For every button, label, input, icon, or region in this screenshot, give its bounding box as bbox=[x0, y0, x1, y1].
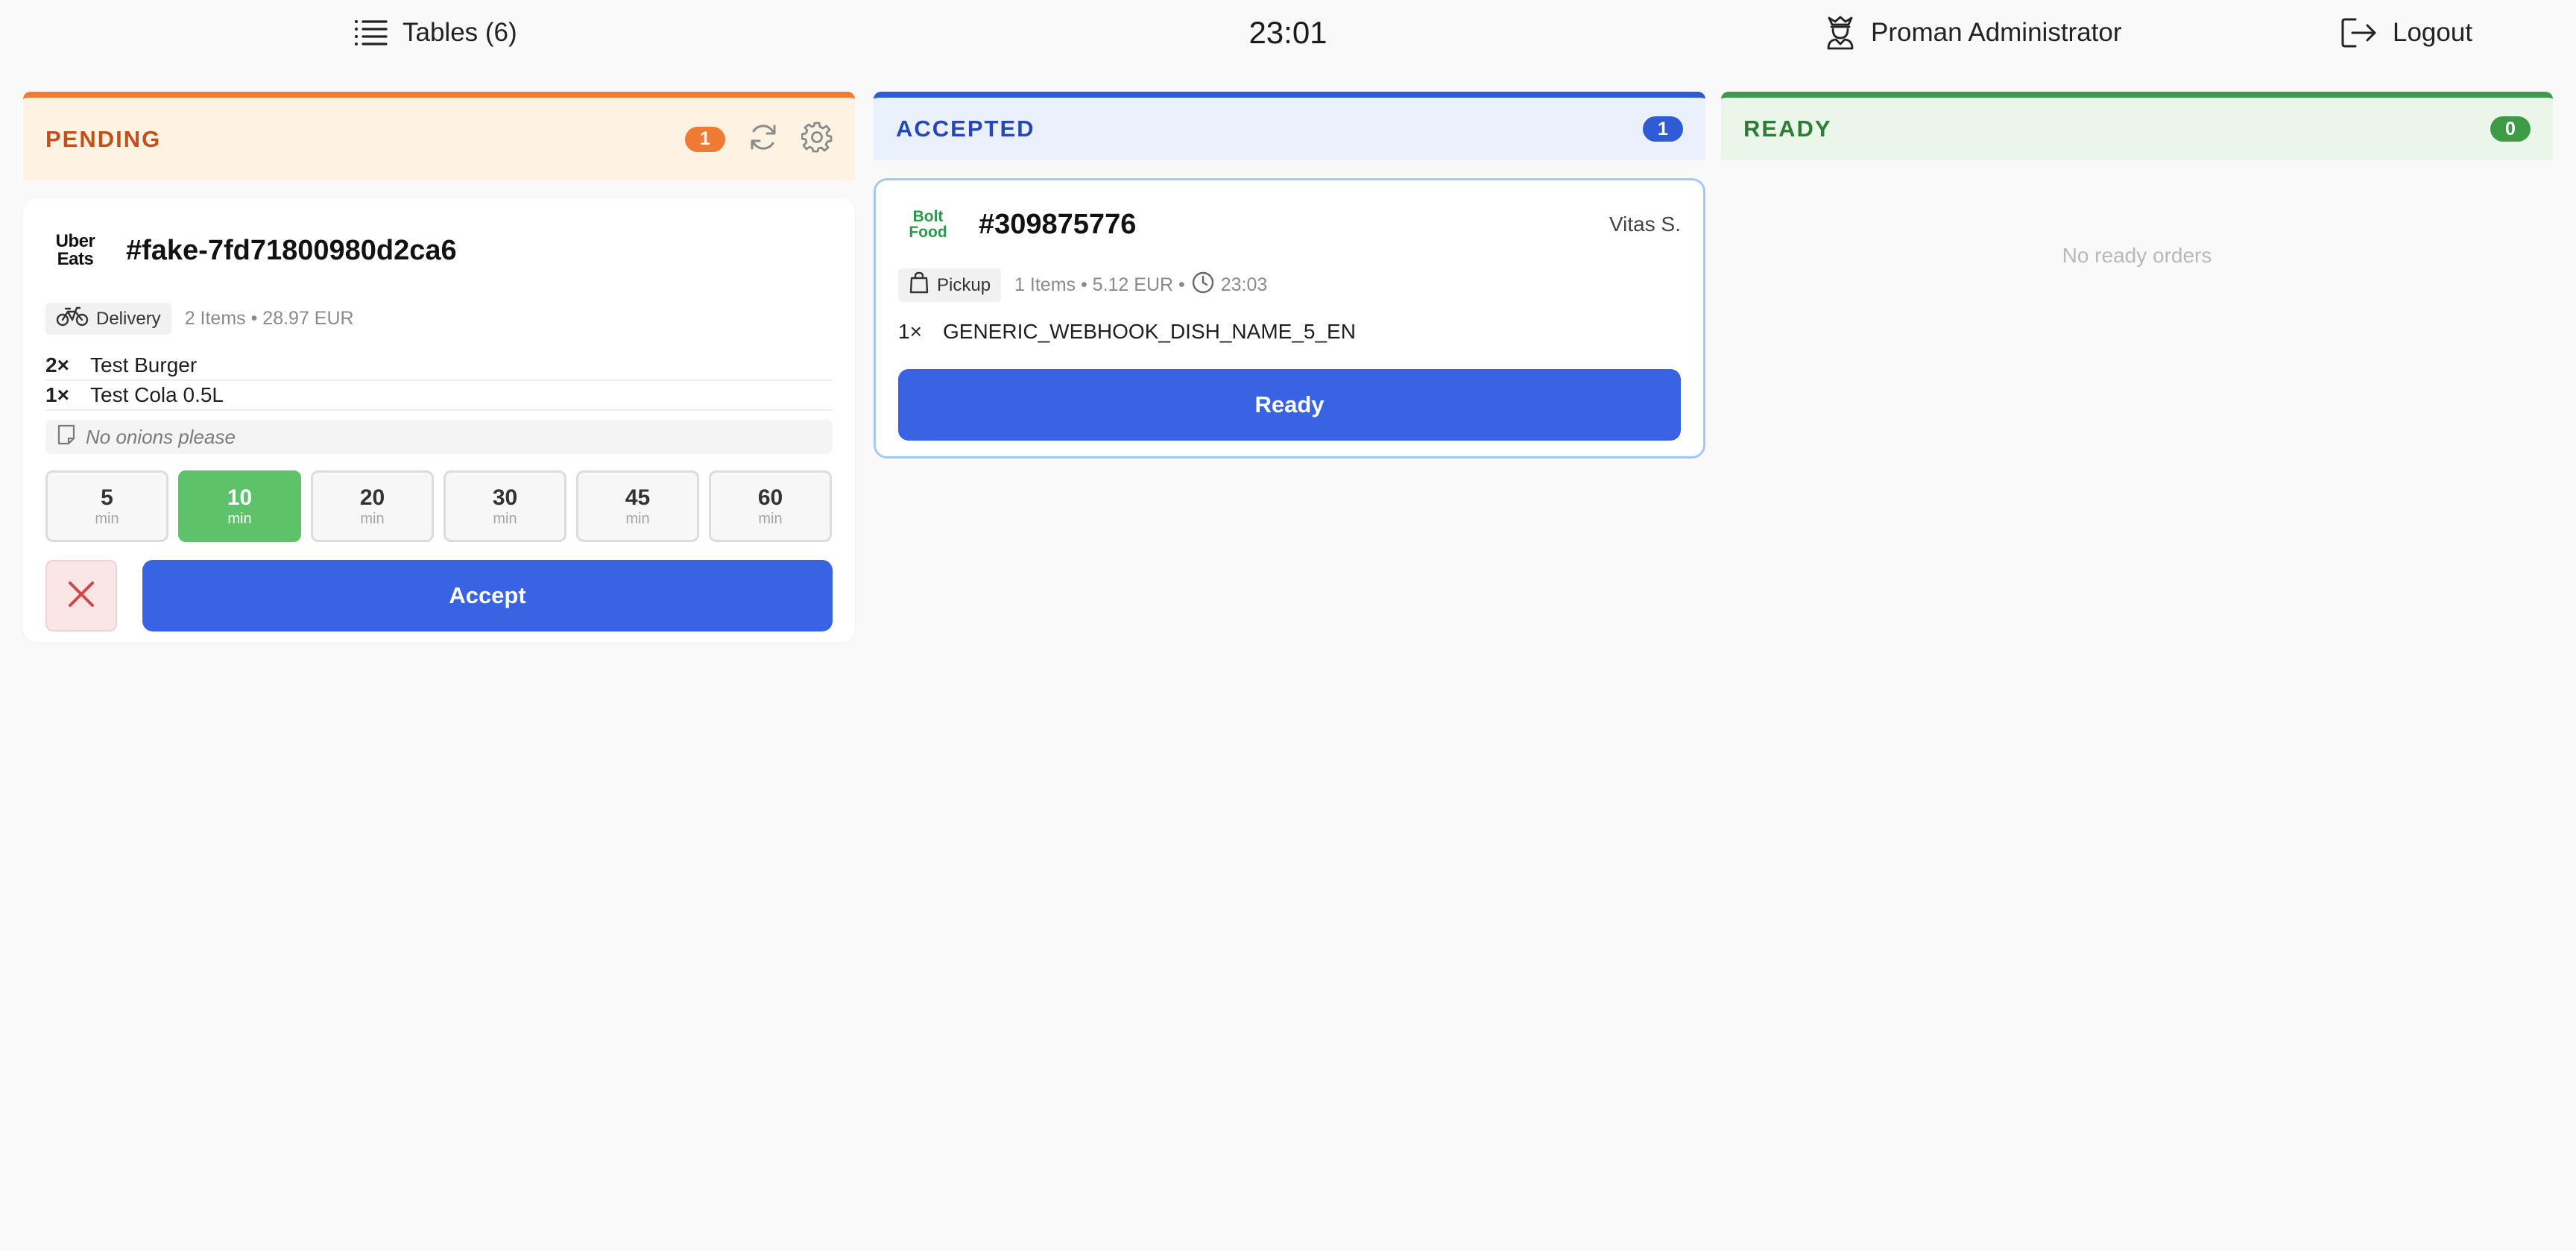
note-text: No onions please bbox=[86, 425, 236, 448]
user-menu[interactable]: Proman Administrator bbox=[1825, 0, 2122, 66]
close-icon bbox=[66, 579, 96, 613]
gear-icon[interactable] bbox=[801, 122, 833, 157]
prep-time-option[interactable]: 20 min bbox=[311, 470, 434, 542]
order-meta: Delivery 2 Items • 28.97 EUR bbox=[45, 303, 833, 335]
pickup-tag: Pickup bbox=[898, 268, 1002, 302]
ready-count-badge: 0 bbox=[2490, 116, 2531, 142]
tables-label: Tables (6) bbox=[402, 18, 517, 47]
customer-name: Vitas S. bbox=[1609, 212, 1681, 236]
list-item: 2× Test Burger bbox=[45, 351, 833, 381]
order-id: #fake-7fd71800980d2ca6 bbox=[126, 234, 457, 266]
bolt-food-logo: Bolt Food bbox=[909, 208, 947, 241]
accept-button[interactable]: Accept bbox=[142, 560, 833, 631]
pending-order-card[interactable]: Uber Eats #fake-7fd71800980d2ca6 Deliver… bbox=[23, 198, 855, 643]
prep-time-option[interactable]: 30 min bbox=[443, 470, 566, 542]
logout-label: Logout bbox=[2393, 18, 2473, 47]
refresh-icon[interactable] bbox=[748, 122, 779, 157]
order-summary: 1 Items • 5.12 EUR • bbox=[1014, 274, 1185, 295]
ready-title: READY bbox=[1743, 116, 1832, 142]
list-icon bbox=[353, 18, 388, 48]
empty-state-text: No ready orders bbox=[2062, 244, 2212, 267]
pickup-time: 23:03 bbox=[1220, 274, 1268, 295]
order-meta: Pickup 1 Items • 5.12 EUR • 23:03 bbox=[898, 268, 1681, 302]
order-id: #309875776 bbox=[979, 208, 1137, 240]
prep-time-selector: 5 min 10 min 20 min 30 min 45 min 60 min bbox=[45, 470, 833, 542]
reject-button[interactable] bbox=[45, 560, 117, 631]
accepted-column: ACCEPTED 1 Bolt Food #309875776 Vitas S. bbox=[874, 92, 1705, 459]
pending-column: PENDING 1 Uber Eats #fake-7fd71800980d2c… bbox=[23, 92, 855, 643]
prep-time-option[interactable]: 5 min bbox=[45, 470, 168, 542]
delivery-label: Delivery bbox=[96, 308, 161, 329]
delivery-tag: Delivery bbox=[45, 303, 171, 335]
pending-header: PENDING 1 bbox=[23, 92, 855, 180]
accepted-order-card[interactable]: Bolt Food #309875776 Vitas S. Pickup 1 I… bbox=[874, 178, 1705, 459]
logout-button[interactable]: Logout bbox=[2340, 0, 2472, 66]
ready-button[interactable]: Ready bbox=[898, 369, 1681, 441]
list-item: 1× Test Cola 0.5L bbox=[45, 381, 833, 411]
ready-column: READY 0 No ready orders bbox=[1721, 92, 2553, 268]
note-icon bbox=[56, 423, 77, 451]
tables-button[interactable]: Tables (6) bbox=[353, 0, 517, 66]
accepted-title: ACCEPTED bbox=[896, 116, 1035, 142]
pickup-label: Pickup bbox=[937, 274, 991, 295]
prep-time-option[interactable]: 45 min bbox=[576, 470, 699, 542]
accepted-count-badge: 1 bbox=[1643, 116, 1683, 142]
pending-title: PENDING bbox=[45, 125, 162, 152]
uber-eats-logo: Uber Eats bbox=[55, 231, 95, 269]
bag-icon bbox=[909, 271, 929, 299]
top-bar: Tables (6) 23:01 Proman Administrator Lo… bbox=[0, 0, 2576, 66]
ready-header: READY 0 bbox=[1721, 92, 2553, 160]
order-summary: 2 Items • 28.97 EUR bbox=[184, 308, 354, 329]
clock-icon bbox=[1191, 271, 1215, 300]
accepted-header: ACCEPTED 1 bbox=[874, 92, 1705, 160]
list-item: 1× GENERIC_WEBHOOK_DISH_NAME_5_EN bbox=[898, 320, 1356, 343]
order-items: 2× Test Burger 1× Test Cola 0.5L bbox=[45, 351, 833, 411]
order-items: 1× GENERIC_WEBHOOK_DISH_NAME_5_EN bbox=[898, 318, 1681, 345]
logout-icon bbox=[2340, 16, 2378, 49]
pending-count-badge: 1 bbox=[685, 126, 725, 152]
prep-time-option-selected[interactable]: 10 min bbox=[178, 470, 301, 542]
bicycle-icon bbox=[56, 306, 89, 332]
chef-icon bbox=[1825, 16, 1856, 50]
user-name: Proman Administrator bbox=[1871, 18, 2122, 47]
order-note: No onions please bbox=[45, 420, 833, 454]
prep-time-option[interactable]: 60 min bbox=[709, 470, 832, 542]
